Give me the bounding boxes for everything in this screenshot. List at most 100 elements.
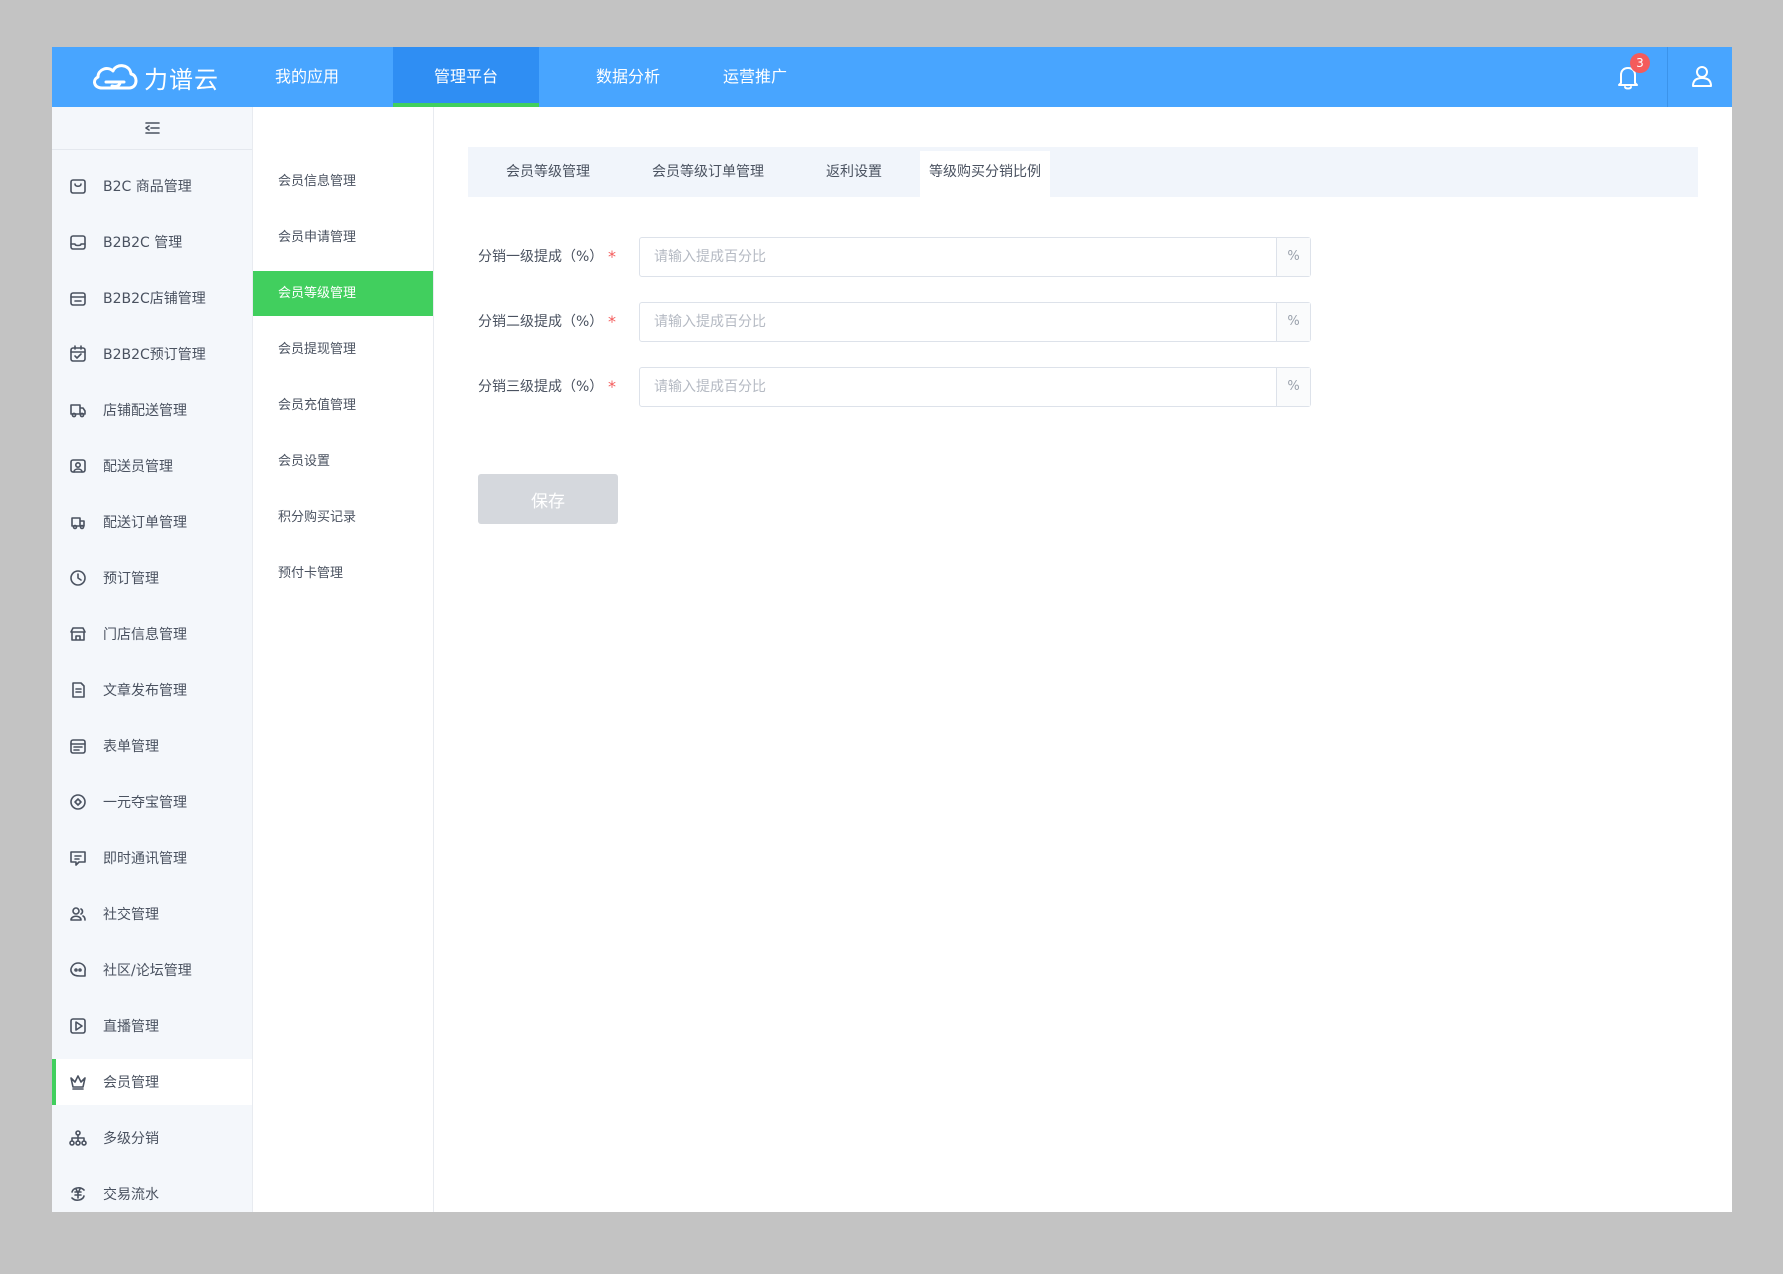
tab-bar: 会员等级管理 会员等级订单管理 返利设置 等级购买分销比例	[468, 147, 1698, 197]
sidebar-item[interactable]: B2C 商品管理	[52, 163, 252, 209]
shop-icon	[70, 627, 86, 641]
level-3-commission-input[interactable]	[640, 368, 1250, 406]
sidebar-item[interactable]: B2B2C预订管理	[52, 331, 252, 377]
subnav-member-level[interactable]: 会员等级管理	[253, 271, 433, 316]
required-mark: *	[608, 247, 616, 266]
logo[interactable]: 力谱云	[90, 59, 219, 95]
app-window: 力谱云 我的应用 管理平台 数据分析 运营推广 3 B2C 商品管理 B2B2C…	[52, 47, 1732, 1212]
field-label-level-2: 分销二级提成（%）	[478, 314, 604, 330]
level-2-commission-input[interactable]	[640, 303, 1250, 341]
sidebar-item-label: B2B2C店铺管理	[103, 291, 206, 307]
courier-icon	[70, 459, 86, 473]
delivery-truck-icon	[70, 404, 86, 418]
sidebar-item[interactable]: 社区/论坛管理	[52, 947, 252, 993]
subnav-member-settings[interactable]: 会员设置	[253, 439, 433, 484]
sidebar-item[interactable]: 一元夺宝管理	[52, 779, 252, 825]
cloud-logo-icon	[93, 64, 138, 90]
sidebar-item-label: B2C 商品管理	[103, 179, 192, 195]
crown-icon	[70, 1075, 86, 1090]
sidebar-item[interactable]: B2B2C 管理	[52, 219, 252, 265]
sidebar-item-label: 会员管理	[103, 1075, 159, 1091]
sidebar-item-label: 社区/论坛管理	[103, 963, 192, 979]
sidebar-item-label: 门店信息管理	[103, 627, 187, 643]
sidebar-item[interactable]: 社交管理	[52, 891, 252, 937]
currency-cycle-icon	[71, 1187, 85, 1201]
notification-count-badge: 3	[1630, 53, 1650, 73]
sidebar-item[interactable]: 即时通讯管理	[52, 835, 252, 881]
topnav-data-analysis[interactable]: 数据分析	[573, 47, 683, 107]
topnav-my-apps[interactable]: 我的应用	[252, 47, 362, 107]
percent-suffix: %	[1276, 303, 1310, 341]
subnav-member-withdrawal[interactable]: 会员提现管理	[253, 327, 433, 372]
hierarchy-icon	[69, 1130, 87, 1146]
sidebar-item-label: 社交管理	[103, 907, 159, 923]
sidebar-item[interactable]: 会员管理	[52, 1059, 252, 1105]
users-icon	[70, 907, 86, 921]
topnav-management-platform[interactable]: 管理平台	[393, 47, 539, 107]
sidebar-item[interactable]: 预订管理	[52, 555, 252, 601]
subnav-member-info[interactable]: 会员信息管理	[253, 159, 433, 204]
sidebar-item-label: 配送员管理	[103, 459, 173, 475]
sidebar-item[interactable]: 门店信息管理	[52, 611, 252, 657]
sidebar-item-label: 即时通讯管理	[103, 851, 187, 867]
sidebar-item[interactable]: 配送订单管理	[52, 499, 252, 545]
tab-member-level[interactable]: 会员等级管理	[488, 147, 608, 197]
user-icon	[1692, 66, 1712, 87]
sidebar-item[interactable]: 文章发布管理	[52, 667, 252, 713]
required-mark: *	[608, 377, 616, 396]
sidebar-item-label: 一元夺宝管理	[103, 795, 187, 811]
field-label-level-3: 分销三级提成（%）	[478, 379, 604, 395]
percent-suffix: %	[1276, 368, 1310, 406]
top-divider	[1667, 47, 1668, 107]
sidebar-item[interactable]: 配送员管理	[52, 443, 252, 489]
target-icon	[70, 794, 86, 810]
level-1-commission-input[interactable]	[640, 238, 1250, 276]
sidebar-item[interactable]: 直播管理	[52, 1003, 252, 1049]
document-icon	[72, 682, 85, 698]
sidebar-item[interactable]: 表单管理	[52, 723, 252, 769]
delivery-order-icon	[71, 517, 85, 530]
user-menu-button[interactable]	[1686, 61, 1718, 93]
sidebar-item[interactable]: 多级分销	[52, 1115, 252, 1161]
tab-member-level-orders[interactable]: 会员等级订单管理	[628, 147, 788, 197]
save-button[interactable]: 保存	[478, 474, 618, 524]
percent-suffix: %	[1276, 238, 1310, 276]
topnav-operations-promotion[interactable]: 运营推广	[700, 47, 810, 107]
field-label-level-1: 分销一级提成（%）	[478, 249, 604, 265]
top-bar: 力谱云 我的应用 管理平台 数据分析 运营推广 3	[52, 47, 1732, 107]
inbox-icon	[70, 235, 86, 250]
input-group-level-3: %	[639, 367, 1311, 407]
chat-icon	[70, 851, 86, 866]
sidebar-item-label: 文章发布管理	[103, 683, 187, 699]
logo-text: 力谱云	[144, 65, 219, 94]
tab-level-purchase-ratio[interactable]: 等级购买分销比例	[920, 151, 1050, 197]
subnav-member-application[interactable]: 会员申请管理	[253, 215, 433, 260]
sidebar: B2C 商品管理 B2B2C 管理 B2B2C店铺管理 B2B2C预订管理店铺配送管理…	[52, 107, 253, 1212]
collapse-sidebar-button[interactable]	[52, 107, 252, 150]
sidebar-item-label: 交易流水	[103, 1187, 159, 1203]
collapse-menu-icon	[145, 122, 160, 134]
sidebar-item-label: 配送订单管理	[103, 515, 187, 531]
sidebar-item[interactable]: 交易流水	[52, 1171, 252, 1212]
play-icon	[70, 1018, 86, 1034]
clock-icon	[70, 570, 86, 586]
sidebar-item[interactable]: 店铺配送管理	[52, 387, 252, 433]
store-icon	[70, 292, 86, 306]
input-group-level-1: %	[639, 237, 1311, 277]
sidebar-item-label: 表单管理	[103, 739, 159, 755]
form-icon	[70, 739, 86, 754]
tab-rebate-settings[interactable]: 返利设置	[804, 147, 904, 197]
calendar-check-icon	[70, 345, 86, 362]
shopping-bag-icon	[70, 179, 86, 194]
sidebar-item-label: B2B2C 管理	[103, 235, 183, 251]
sidebar-item[interactable]: B2B2C店铺管理	[52, 275, 252, 321]
subnav-member-recharge[interactable]: 会员充值管理	[253, 383, 433, 428]
sidebar-item-label: 店铺配送管理	[103, 403, 187, 419]
subnav-points-purchase[interactable]: 积分购买记录	[253, 495, 433, 540]
subnav-prepaid-card[interactable]: 预付卡管理	[253, 551, 433, 596]
required-mark: *	[608, 312, 616, 331]
input-group-level-2: %	[639, 302, 1311, 342]
sidebar-item-label: 直播管理	[103, 1019, 159, 1035]
sub-nav: 会员信息管理 会员申请管理 会员等级管理 会员提现管理 会员充值管理 会员设置 …	[253, 107, 434, 1212]
sidebar-item-label: 预订管理	[103, 571, 159, 587]
